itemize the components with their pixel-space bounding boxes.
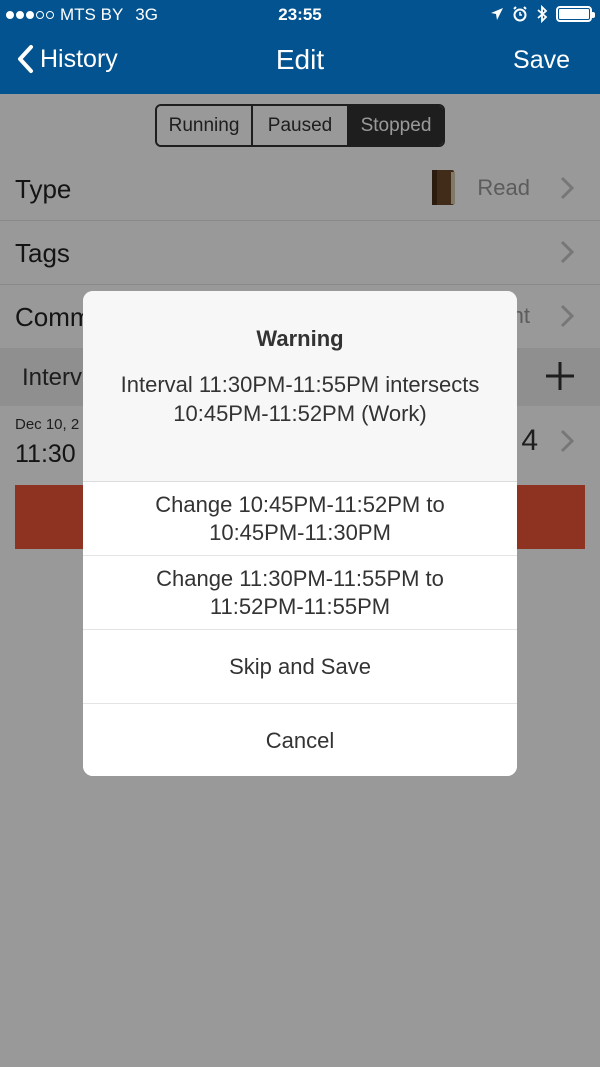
battery-icon — [556, 6, 595, 22]
bluetooth-icon — [537, 5, 548, 23]
alert-message: Interval 11:30PM-11:55PM intersects 10:4… — [120, 372, 480, 426]
change-new-interval-label: Change 11:30PM-11:55PM to 11:52PM-11:55P… — [156, 565, 444, 619]
skip-and-save-label: Skip and Save — [229, 653, 371, 679]
alarm-clock-icon — [513, 6, 527, 22]
skip-and-save-button[interactable]: Skip and Save — [83, 630, 517, 704]
status-bar: MTS BY 3G 23:55 — [0, 0, 600, 30]
cancel-button[interactable]: Cancel — [83, 704, 517, 776]
change-new-interval-button[interactable]: Change 11:30PM-11:55PM to 11:52PM-11:55P… — [83, 556, 517, 630]
page-title: Edit — [275, 44, 325, 75]
save-button[interactable]: Save — [513, 46, 570, 75]
navigation-bar: History Edit Save — [0, 30, 600, 94]
change-existing-interval-label: Change 10:45PM-11:52PM to 10:45PM-11:30P… — [155, 491, 445, 545]
location-arrow-icon — [491, 8, 503, 20]
change-existing-interval-button[interactable]: Change 10:45PM-11:52PM to 10:45PM-11:30P… — [83, 482, 517, 556]
alert-title: Warning — [256, 326, 344, 351]
cancel-label: Cancel — [265, 728, 335, 753]
status-right — [490, 5, 595, 23]
alert-header: Warning Interval 11:30PM-11:55PM interse… — [83, 291, 517, 482]
warning-alert-dialog: Warning Interval 11:30PM-11:55PM interse… — [83, 291, 517, 776]
